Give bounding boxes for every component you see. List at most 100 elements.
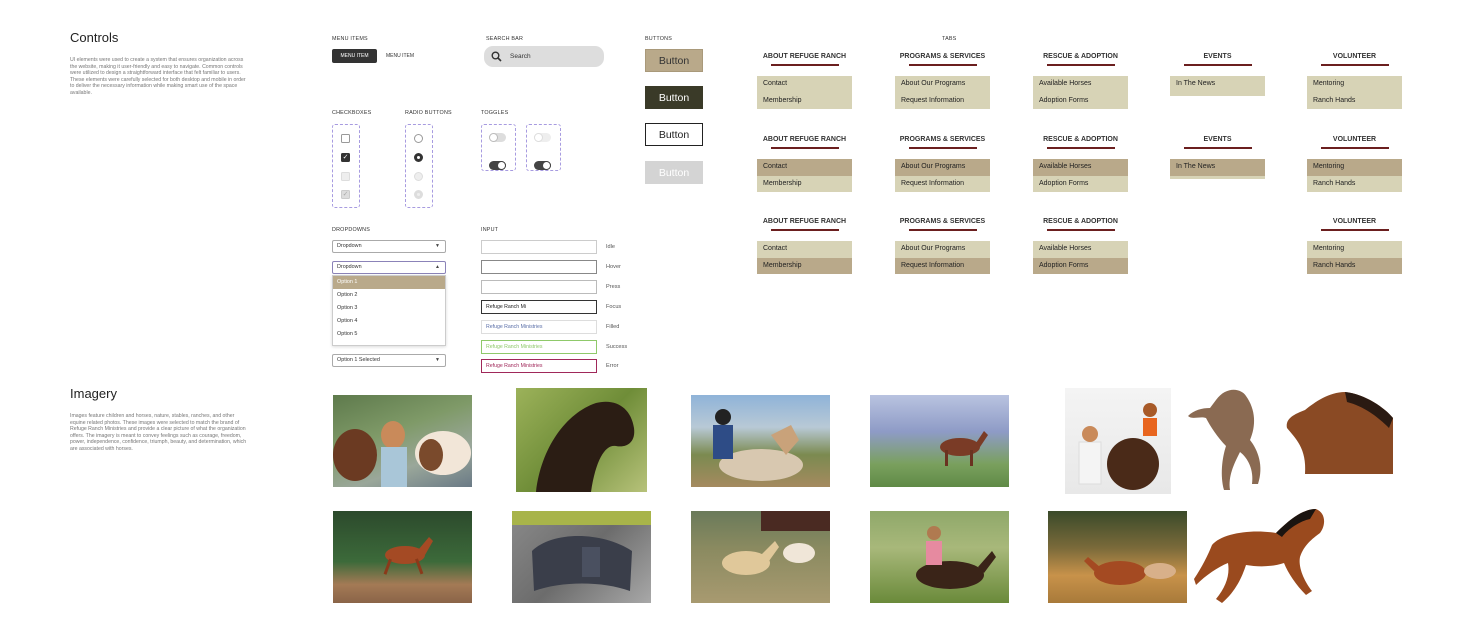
search-input[interactable]: Search [510, 46, 531, 67]
checkbox-disabled[interactable] [341, 172, 350, 181]
tab-group: PROGRAMS & SERVICES About Our Programs Req… [895, 218, 990, 274]
tab-menu-item[interactable]: Adoption Forms [1033, 176, 1128, 193]
tab-menu-item[interactable]: Available Horses [1033, 76, 1128, 93]
toggle-on[interactable] [489, 161, 506, 170]
checkbox-disabled-checked[interactable]: ✓ [341, 190, 350, 199]
toggles-label: TOGGLES [481, 110, 509, 116]
tab-menu-item[interactable]: Available Horses [1033, 159, 1128, 176]
tab-group: RESCUE & ADOPTION Available Horses Adoptio… [1033, 136, 1128, 192]
tab-menu-item[interactable]: Ranch Hands [1307, 257, 1402, 274]
tab-underline [908, 64, 977, 66]
radio-selected[interactable] [414, 153, 423, 162]
input-state-label: Success [606, 344, 628, 350]
dropdown-closed[interactable]: Dropdown ▼ [332, 240, 446, 253]
checkbox-unchecked[interactable] [341, 134, 350, 143]
tab-menu-item[interactable]: In The News [1170, 76, 1265, 93]
input-field-focus[interactable]: Refuge Ranch Mi [481, 300, 597, 314]
tab-group: RESCUE & ADOPTION Available Horses Adoptio… [1033, 218, 1128, 274]
tab-title[interactable]: EVENTS [1170, 53, 1265, 60]
input-value: Refuge Ranch Ministries [486, 324, 543, 330]
tab-title[interactable]: RESCUE & ADOPTION [1033, 218, 1128, 225]
tab-title[interactable]: ABOUT REFUGE RANCH [757, 53, 852, 60]
tab-menu-item[interactable]: Ranch Hands [1307, 93, 1402, 110]
photo-galloping-chestnut [333, 511, 472, 603]
tab-menu-item[interactable]: Ranch Hands [1307, 176, 1402, 193]
tab-group: ABOUT REFUGE RANCH Contact Membership [757, 136, 852, 192]
tab-title[interactable]: EVENTS [1170, 136, 1265, 143]
tab-menu-item[interactable]: About Our Programs [895, 76, 990, 93]
dropdown-open[interactable]: Dropdown ▲ [332, 261, 446, 274]
tab-menu-item[interactable]: Contact [757, 241, 852, 258]
tab-title[interactable]: ABOUT REFUGE RANCH [757, 136, 852, 143]
button-tan[interactable]: Button [645, 49, 703, 72]
tab-menu-item[interactable]: Available Horses [1033, 241, 1128, 258]
input-field-press[interactable] [481, 280, 597, 294]
tab-title[interactable]: ABOUT REFUGE RANCH [757, 218, 852, 225]
tab-group: VOLUNTEER Mentoring Ranch Hands [1307, 53, 1402, 109]
tab-menu-item[interactable]: Membership [757, 176, 852, 193]
photo-palomino-horses [691, 511, 830, 603]
dropdowns-label: DROPDOWNS [332, 227, 371, 233]
tab-title[interactable]: VOLUNTEER [1307, 53, 1402, 60]
input-field-error[interactable]: Refuge Ranch Ministries [481, 359, 597, 373]
menu-item-active[interactable]: MENU ITEM [332, 49, 377, 63]
tab-menu-item[interactable]: Request Information [895, 257, 990, 274]
photo-bay-horse-head [1285, 388, 1393, 474]
input-field-filled[interactable]: Refuge Ranch Ministries [481, 320, 597, 334]
tab-menu-item[interactable]: Contact [757, 159, 852, 176]
tab-menu-item[interactable]: Request Information [895, 176, 990, 193]
tab-group: EVENTS In The News [1170, 136, 1265, 179]
tab-title[interactable]: VOLUNTEER [1307, 136, 1402, 143]
button-disabled[interactable]: Button [645, 161, 703, 184]
tab-title[interactable]: PROGRAMS & SERVICES [895, 53, 990, 60]
tab-title[interactable]: PROGRAMS & SERVICES [895, 218, 990, 225]
tab-dropdown-panel: Contact Membership [757, 76, 852, 109]
dropdown-option[interactable]: Option 2 [333, 289, 445, 302]
checkbox-checked[interactable]: ✓ [341, 153, 350, 162]
tab-title[interactable]: RESCUE & ADOPTION [1033, 136, 1128, 143]
photo-girl-with-horses [333, 395, 472, 487]
tab-title[interactable]: RESCUE & ADOPTION [1033, 53, 1128, 60]
search-bar[interactable]: Search [484, 46, 604, 67]
tab-menu-item[interactable]: Adoption Forms [1033, 257, 1128, 274]
button-outline[interactable]: Button [645, 123, 703, 146]
input-field-success[interactable]: Refuge Ranch Ministries [481, 340, 597, 354]
tab-underline [770, 229, 839, 231]
tab-menu-item[interactable]: Mentoring [1307, 241, 1402, 258]
tab-dropdown-panel: Available Horses Adoption Forms [1033, 76, 1128, 109]
dropdown-option[interactable]: Option 1 [333, 276, 445, 289]
toggle-disabled-off[interactable] [534, 133, 551, 142]
tab-menu-item[interactable]: Membership [757, 93, 852, 110]
dropdown-selected[interactable]: Option 1 Selected ▼ [332, 354, 446, 367]
radio-unselected[interactable] [414, 134, 423, 143]
imagery-title: Imagery [70, 386, 117, 401]
tab-title[interactable]: VOLUNTEER [1307, 218, 1402, 225]
tab-menu-item[interactable]: Adoption Forms [1033, 93, 1128, 110]
tab-menu-item[interactable]: About Our Programs [895, 241, 990, 258]
dropdown-option[interactable]: Option 4 [333, 315, 445, 328]
tab-menu-item[interactable]: About Our Programs [895, 159, 990, 176]
dropdown-option[interactable]: Option 5 [333, 328, 445, 341]
input-field-idle[interactable] [481, 240, 597, 254]
tab-underline [908, 229, 977, 231]
toggle-off[interactable] [489, 133, 506, 142]
toggle-on-alt[interactable] [534, 161, 551, 170]
tab-underline [770, 147, 839, 149]
imagery-description: Images feature children and horses, natu… [70, 413, 247, 452]
tab-dropdown-panel: About Our Programs Request Information [895, 159, 990, 192]
dropdown-option[interactable]: Option 3 [333, 302, 445, 315]
tab-menu-item[interactable]: Mentoring [1307, 76, 1402, 93]
tab-menu-item[interactable]: In The News [1170, 159, 1265, 176]
input-field-hover[interactable] [481, 260, 597, 274]
radio-disabled-selected[interactable] [414, 190, 423, 199]
radio-disabled[interactable] [414, 172, 423, 181]
tab-menu-item[interactable]: Mentoring [1307, 159, 1402, 176]
input-value: Refuge Ranch Ministries [486, 363, 543, 369]
button-dark[interactable]: Button [645, 86, 703, 109]
tab-title[interactable]: PROGRAMS & SERVICES [895, 136, 990, 143]
tab-menu-item[interactable]: Request Information [895, 93, 990, 110]
tab-menu-item[interactable]: Membership [757, 257, 852, 274]
tab-menu-item[interactable]: Contact [757, 76, 852, 93]
tab-dropdown-panel: Mentoring Ranch Hands [1307, 159, 1402, 192]
menu-item-inactive[interactable]: MENU ITEM [381, 49, 419, 63]
